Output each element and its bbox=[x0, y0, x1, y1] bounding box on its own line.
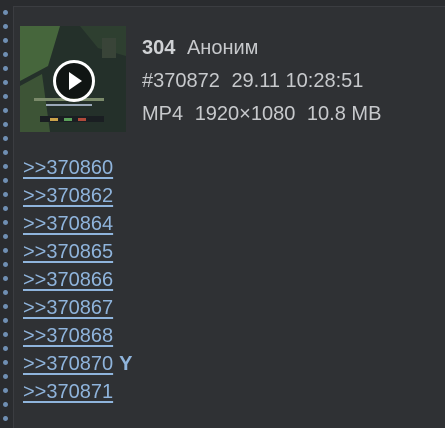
reply-item: >>370866 bbox=[23, 266, 132, 294]
thread-rail bbox=[3, 0, 9, 428]
rail-dot bbox=[3, 332, 8, 337]
post-number: 304 bbox=[142, 37, 176, 59]
reply-link[interactable]: >>370867 bbox=[23, 297, 113, 319]
rail-dot bbox=[3, 374, 8, 379]
reply-link[interactable]: >>370860 bbox=[23, 157, 113, 179]
rail-dot bbox=[3, 304, 8, 309]
rail-dot bbox=[3, 178, 8, 183]
reply-item: >>370868 bbox=[23, 322, 132, 350]
rail-dot bbox=[3, 262, 8, 267]
rail-dot bbox=[3, 290, 8, 295]
video-thumbnail[interactable] bbox=[20, 26, 126, 132]
reply-link[interactable]: >>370865 bbox=[23, 241, 113, 263]
post-header: 304 Аноним bbox=[142, 37, 258, 60]
reply-link[interactable]: >>370871 bbox=[23, 381, 113, 403]
reply-list: >>370860 >>370862 >>370864 >>370865 >>37… bbox=[23, 154, 132, 406]
rail-dot bbox=[3, 38, 8, 43]
rail-dot bbox=[3, 276, 8, 281]
rail-dot bbox=[3, 150, 8, 155]
rail-dot bbox=[3, 234, 8, 239]
rail-dot bbox=[3, 24, 8, 29]
rail-dot bbox=[3, 164, 8, 169]
post-datetime: 29.11 10:28:51 bbox=[231, 70, 364, 92]
rail-dot bbox=[3, 416, 8, 421]
reply-link[interactable]: >>370862 bbox=[23, 185, 113, 207]
reply-item: >>370870 Y bbox=[23, 350, 132, 378]
rail-dot bbox=[3, 52, 8, 57]
file-format: MP4 bbox=[142, 103, 184, 125]
rail-dot bbox=[3, 318, 8, 323]
rail-dot bbox=[3, 402, 8, 407]
reply-item: >>370867 bbox=[23, 294, 132, 322]
file-size: 10.8 MB bbox=[306, 103, 382, 125]
reply-link[interactable]: >>370866 bbox=[23, 269, 113, 291]
rail-dot bbox=[3, 220, 8, 225]
rail-dot bbox=[3, 360, 8, 365]
rail-dot bbox=[3, 94, 8, 99]
rail-dot bbox=[3, 122, 8, 127]
rail-dot bbox=[3, 108, 8, 113]
rail-dot bbox=[3, 206, 8, 211]
reply-mark: Y bbox=[119, 353, 133, 375]
rail-dot bbox=[3, 66, 8, 71]
rail-dot bbox=[3, 80, 8, 85]
post-info: #370872 29.11 10:28:51 bbox=[142, 70, 363, 93]
post-author: Аноним bbox=[186, 37, 259, 59]
play-icon[interactable] bbox=[53, 60, 95, 102]
rail-dot bbox=[3, 192, 8, 197]
file-resolution: 1920×1080 bbox=[194, 103, 296, 125]
reply-item: >>370871 bbox=[23, 378, 132, 406]
reply-item: >>370862 bbox=[23, 182, 132, 210]
reply-link[interactable]: >>370868 bbox=[23, 325, 113, 347]
reply-link[interactable]: >>370870 bbox=[23, 353, 113, 375]
post-id[interactable]: #370872 bbox=[142, 70, 220, 92]
rail-dot bbox=[3, 136, 8, 141]
reply-link[interactable]: >>370864 bbox=[23, 213, 113, 235]
reply-item: >>370864 bbox=[23, 210, 132, 238]
post: 304 Аноним #370872 29.11 10:28:51 MP4 19… bbox=[13, 6, 445, 428]
file-info: MP4 1920×1080 10.8 MB bbox=[142, 103, 381, 126]
rail-dot bbox=[3, 10, 8, 15]
reply-item: >>370865 bbox=[23, 238, 132, 266]
rail-dot bbox=[3, 388, 8, 393]
rail-dot bbox=[3, 346, 8, 351]
reply-item: >>370860 bbox=[23, 154, 132, 182]
rail-dot bbox=[3, 248, 8, 253]
